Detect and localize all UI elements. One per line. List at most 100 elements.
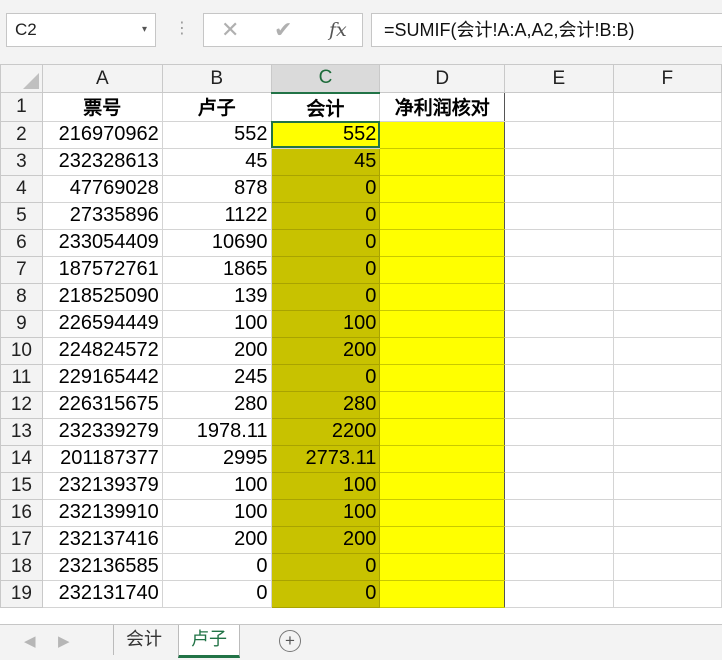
cell-ticket-number[interactable]: 47769028 <box>41 174 163 203</box>
cell-luzi-value[interactable]: 139 <box>161 282 272 311</box>
cell-empty[interactable] <box>504 120 614 149</box>
cell-accounting-value[interactable]: 0 <box>270 579 381 608</box>
cell-ticket-number[interactable]: 232339279 <box>41 417 163 446</box>
cell-profit-check[interactable] <box>379 228 506 257</box>
cell-empty[interactable] <box>504 282 614 311</box>
cell-profit-check[interactable] <box>379 444 506 473</box>
cell-profit-check[interactable] <box>379 525 506 554</box>
cell-accounting-value[interactable]: 0 <box>270 174 381 203</box>
cell-a1[interactable]: 票号 <box>41 92 163 122</box>
cell-empty[interactable] <box>612 525 722 554</box>
cell-accounting-value[interactable]: 100 <box>270 498 381 527</box>
cell-empty[interactable] <box>612 282 722 311</box>
cell-empty[interactable] <box>504 228 614 257</box>
row-header[interactable]: 13 <box>0 417 43 446</box>
cell-empty[interactable] <box>504 174 614 203</box>
cell-empty[interactable] <box>504 147 614 176</box>
cell-luzi-value[interactable]: 552 <box>161 120 272 149</box>
cell-ticket-number[interactable]: 226594449 <box>41 309 163 338</box>
cell-d1[interactable]: 净利润核对 <box>379 92 506 122</box>
cell-profit-check[interactable] <box>379 417 506 446</box>
cell-empty[interactable] <box>504 579 614 608</box>
chevron-down-icon[interactable]: ▾ <box>142 14 147 46</box>
cell-luzi-value[interactable]: 0 <box>161 552 272 581</box>
insert-function-icon[interactable]: fx <box>329 14 347 46</box>
row-header[interactable]: 4 <box>0 174 43 203</box>
cell-empty[interactable] <box>612 363 722 392</box>
cell-ticket-number[interactable]: 201187377 <box>41 444 163 473</box>
cell-luzi-value[interactable]: 100 <box>161 471 272 500</box>
cell-ticket-number[interactable]: 232136585 <box>41 552 163 581</box>
cell-accounting-value[interactable]: 2200 <box>270 417 381 446</box>
next-sheet-icon[interactable]: ▶ <box>58 632 70 650</box>
cell-accounting-value[interactable]: 100 <box>270 309 381 338</box>
cell-luzi-value[interactable]: 10690 <box>161 228 272 257</box>
row-header[interactable]: 11 <box>0 363 43 392</box>
column-header-a[interactable]: A <box>41 64 163 93</box>
cell-luzi-value[interactable]: 100 <box>161 309 272 338</box>
cell-empty[interactable] <box>612 120 722 149</box>
cell-luzi-value[interactable]: 100 <box>161 498 272 527</box>
cell-profit-check[interactable] <box>379 579 506 608</box>
row-header[interactable]: 17 <box>0 525 43 554</box>
cell-accounting-value[interactable]: 0 <box>270 363 381 392</box>
cell-luzi-value[interactable]: 245 <box>161 363 272 392</box>
row-header[interactable]: 6 <box>0 228 43 257</box>
cell-accounting-value[interactable]: 2773.11 <box>270 444 381 473</box>
select-all-corner[interactable] <box>0 64 43 93</box>
cell-ticket-number[interactable]: 232139379 <box>41 471 163 500</box>
row-header[interactable]: 10 <box>0 336 43 365</box>
add-sheet-icon[interactable]: + <box>279 630 301 652</box>
cell-accounting-value[interactable]: 45 <box>270 147 381 176</box>
cell-ticket-number[interactable]: 232328613 <box>41 147 163 176</box>
cell-ticket-number[interactable]: 232139910 <box>41 498 163 527</box>
cell-c1[interactable]: 会计 <box>270 92 381 122</box>
row-header[interactable]: 16 <box>0 498 43 527</box>
cell-empty[interactable] <box>612 174 722 203</box>
cell-empty[interactable] <box>612 390 722 419</box>
column-header-c[interactable]: C <box>270 64 381 94</box>
cell-ticket-number[interactable]: 27335896 <box>41 201 163 230</box>
column-header-e[interactable]: E <box>504 64 614 93</box>
row-header[interactable]: 19 <box>0 579 43 608</box>
cell-accounting-value[interactable]: 200 <box>270 336 381 365</box>
column-header-d[interactable]: D <box>379 64 506 93</box>
cell-empty[interactable] <box>612 579 722 608</box>
cell-accounting-value[interactable]: 0 <box>270 228 381 257</box>
cell-accounting-value[interactable]: 552 <box>270 120 381 149</box>
cell-empty[interactable] <box>612 147 722 176</box>
cell-ticket-number[interactable]: 226315675 <box>41 390 163 419</box>
row-header[interactable]: 5 <box>0 201 43 230</box>
row-header[interactable]: 9 <box>0 309 43 338</box>
cell-empty[interactable] <box>504 525 614 554</box>
cell-profit-check[interactable] <box>379 147 506 176</box>
cell-luzi-value[interactable]: 200 <box>161 525 272 554</box>
row-header[interactable]: 7 <box>0 255 43 284</box>
cell-empty[interactable] <box>612 471 722 500</box>
cancel-icon[interactable]: ✕ <box>221 14 239 46</box>
cell-profit-check[interactable] <box>379 120 506 149</box>
cell-empty[interactable] <box>504 417 614 446</box>
cell-ticket-number[interactable]: 218525090 <box>41 282 163 311</box>
cell-accounting-value[interactable]: 280 <box>270 390 381 419</box>
cell-profit-check[interactable] <box>379 336 506 365</box>
cell-luzi-value[interactable]: 878 <box>161 174 272 203</box>
cell-empty[interactable] <box>612 309 722 338</box>
cell-empty[interactable] <box>612 336 722 365</box>
row-header[interactable]: 14 <box>0 444 43 473</box>
cell-ticket-number[interactable]: 233054409 <box>41 228 163 257</box>
cell-luzi-value[interactable]: 200 <box>161 336 272 365</box>
row-header[interactable]: 2 <box>0 120 43 149</box>
cell-empty[interactable] <box>504 552 614 581</box>
cell-empty[interactable] <box>612 201 722 230</box>
cell-empty[interactable] <box>504 390 614 419</box>
cell-luzi-value[interactable]: 2995 <box>161 444 272 473</box>
cell-profit-check[interactable] <box>379 552 506 581</box>
cell-ticket-number[interactable]: 229165442 <box>41 363 163 392</box>
cell-b1[interactable]: 卢子 <box>161 92 272 122</box>
column-header-b[interactable]: B <box>161 64 272 93</box>
cell-profit-check[interactable] <box>379 471 506 500</box>
sheet-tab-accounting[interactable]: 会计 <box>113 625 174 655</box>
cell-luzi-value[interactable]: 1978.11 <box>161 417 272 446</box>
cell-accounting-value[interactable]: 100 <box>270 471 381 500</box>
